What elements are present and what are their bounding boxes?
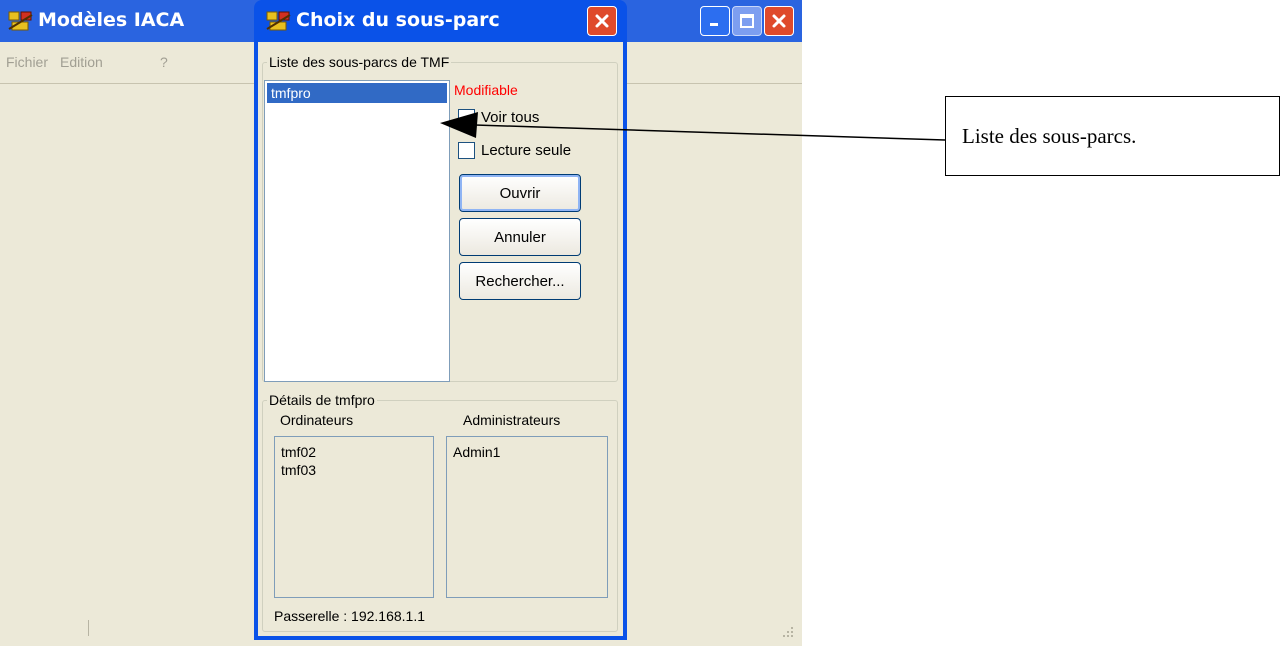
- annotation-arrow: [440, 112, 946, 141]
